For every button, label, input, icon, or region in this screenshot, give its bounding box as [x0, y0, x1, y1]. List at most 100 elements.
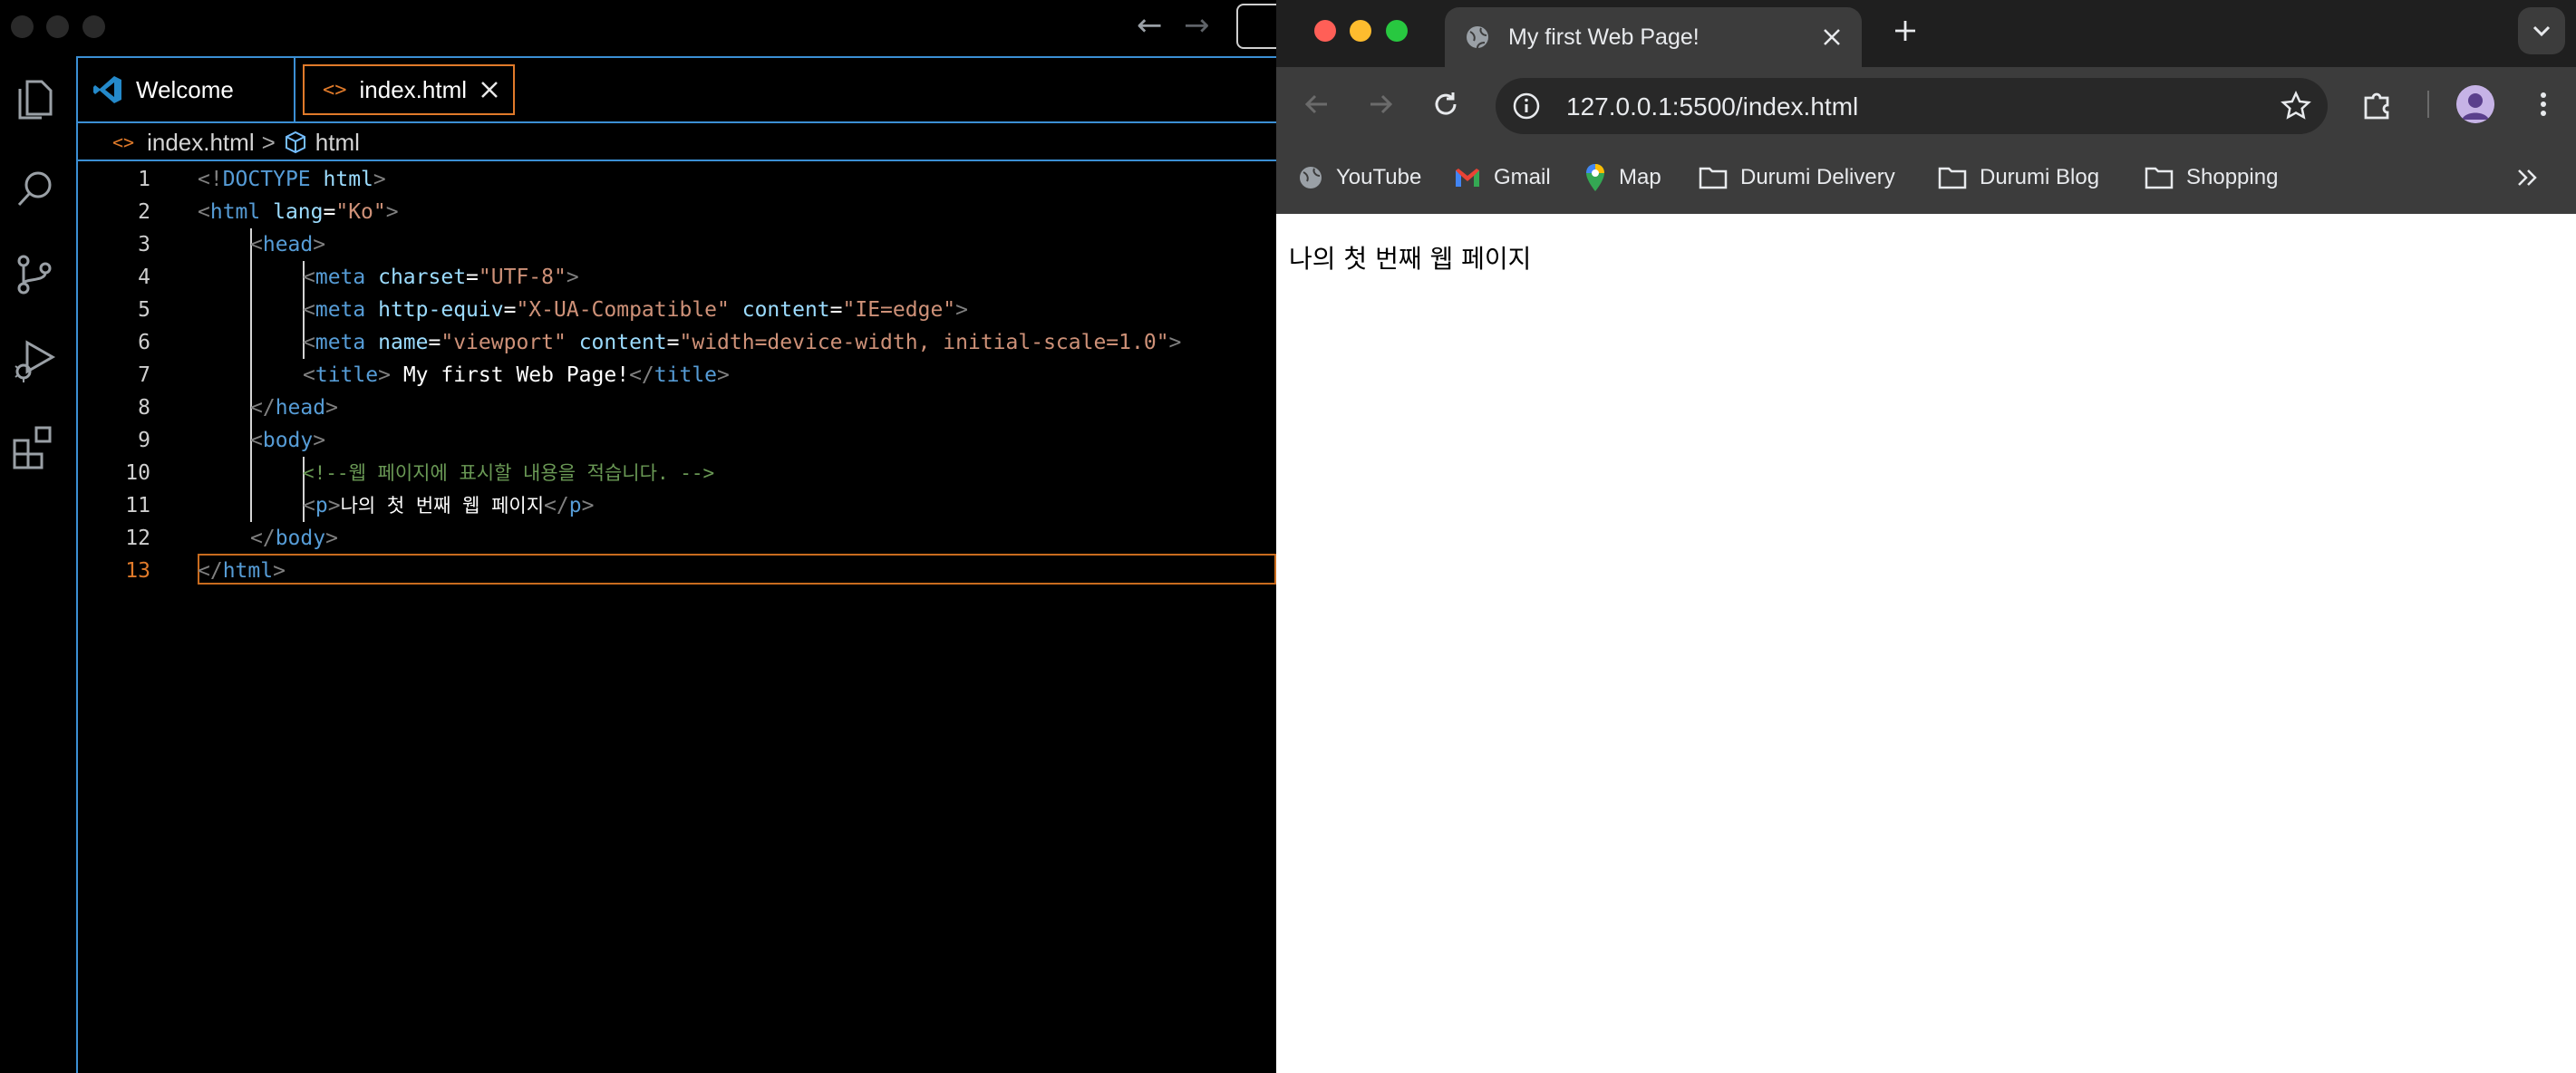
chrome-toolbar: 127.0.0.1:5500/index.html — [1276, 67, 2576, 141]
vscode-window: ← → Welcome <> index.html <> index.html … — [0, 0, 1276, 1073]
folder-icon — [1699, 165, 1728, 190]
code-line-11: <p>나의 첫 번째 웹 페이지</p> — [303, 494, 595, 517]
bookmark-folder-durumi-blog[interactable]: Durumi Blog — [1938, 160, 2099, 196]
source-control-icon[interactable] — [11, 250, 60, 299]
html-file-icon: <> — [112, 131, 135, 153]
new-tab-button[interactable] — [1891, 16, 1920, 45]
line-number-active: 13 — [125, 559, 150, 583]
breadcrumb-file[interactable]: index.html — [147, 129, 255, 157]
browser-tab[interactable]: My first Web Page! — [1445, 7, 1862, 67]
line-number: 2 — [138, 200, 150, 224]
html-file-icon: <> — [323, 78, 347, 102]
code-line-10: <!--웹 페이지에 표시할 내용을 적습니다. --> — [303, 462, 715, 484]
bookmark-map[interactable]: Map — [1584, 160, 1661, 196]
bookmark-label: YouTube — [1336, 165, 1422, 189]
bookmark-youtube[interactable]: YouTube — [1298, 160, 1421, 196]
back-arrow-icon[interactable]: ← — [1137, 7, 1163, 44]
line-number: 12 — [125, 527, 150, 550]
bookmark-gmail[interactable]: Gmail — [1454, 160, 1551, 196]
more-bookmarks-icon[interactable] — [2513, 163, 2542, 192]
line-number: 4 — [138, 266, 150, 289]
extensions-puzzle-icon[interactable] — [2360, 87, 2395, 121]
tab-index-label: index.html — [359, 75, 468, 103]
symbol-structure-icon — [283, 130, 308, 155]
folder-icon — [1938, 165, 1967, 190]
kebab-menu-icon[interactable] — [2532, 87, 2554, 121]
gmail-icon — [1454, 167, 1481, 188]
chrome-window: My first Web Page! 127.0.0.1:5500/index.… — [1276, 0, 2576, 1073]
command-center[interactable] — [1236, 4, 1276, 49]
activity-bar — [0, 56, 78, 1073]
indent-guide — [250, 457, 252, 522]
web-page-content: 나의 첫 번째 웹 페이지 — [1276, 214, 2576, 1073]
line-number: 5 — [138, 298, 150, 322]
bookmark-label: Durumi Delivery — [1740, 165, 1895, 189]
code-editor[interactable]: 1 2 3 4 5 6 7 8 9 10 11 12 13 <!DOCTYPE … — [78, 163, 1276, 1073]
forward-arrow-icon[interactable]: → — [1184, 7, 1210, 44]
tab-title: My first Web Page! — [1508, 24, 1700, 50]
search-icon[interactable] — [11, 165, 60, 214]
bookmarks-bar: YouTube Gmail Map Durumi Delivery Durumi… — [1276, 141, 2576, 215]
line-number: 6 — [138, 331, 150, 354]
code-line-5: <meta http-equiv="X-UA-Compatible" conte… — [303, 298, 968, 322]
window-zoom-button[interactable] — [1386, 20, 1408, 42]
code-line-2: <html lang="Ko"> — [198, 200, 399, 224]
code-line-1: <!DOCTYPE html> — [198, 168, 386, 191]
line-number: 8 — [138, 396, 150, 420]
bookmark-folder-shopping[interactable]: Shopping — [2145, 160, 2278, 196]
reload-button[interactable] — [1428, 87, 1463, 121]
close-icon[interactable] — [477, 77, 502, 102]
window-close-button[interactable] — [1314, 20, 1336, 42]
breadcrumb-separator: > — [261, 128, 276, 156]
run-debug-icon[interactable] — [11, 335, 60, 384]
globe-icon — [1465, 24, 1490, 50]
code-line-12: </body> — [250, 527, 338, 550]
back-button[interactable] — [1300, 87, 1334, 121]
bookmark-label: Gmail — [1494, 165, 1551, 189]
window-close-dot[interactable] — [11, 15, 34, 38]
globe-icon — [1298, 165, 1323, 190]
line-number: 9 — [138, 429, 150, 452]
tab-search-button[interactable] — [2518, 7, 2565, 54]
code-line-3: <head> — [250, 233, 326, 256]
explorer-icon[interactable] — [11, 76, 60, 125]
window-minimize-dot[interactable] — [46, 15, 69, 38]
code-line-7: <title> My first Web Page!</title> — [303, 363, 730, 387]
code-line-13: </html> — [198, 559, 286, 583]
site-info-icon[interactable] — [1512, 92, 1541, 121]
forward-button[interactable] — [1363, 87, 1398, 121]
editor-tab-bar: Welcome <> index.html — [78, 56, 1276, 123]
tab-welcome-label: Welcome — [136, 75, 234, 103]
vscode-titlebar: ← → — [0, 0, 1276, 56]
line-number: 1 — [138, 168, 150, 191]
address-bar[interactable]: 127.0.0.1:5500/index.html — [1496, 78, 2328, 134]
code-line-6: <meta name="viewport" content="width=dev… — [303, 331, 1182, 354]
breadcrumb: <> index.html > html — [78, 125, 1276, 161]
bookmark-label: Durumi Blog — [1980, 165, 2100, 189]
line-number: 10 — [125, 461, 150, 485]
page-paragraph: 나의 첫 번째 웹 페이지 — [1289, 244, 1532, 274]
tab-index-html[interactable]: <> index.html — [303, 64, 515, 115]
url-text[interactable]: 127.0.0.1:5500/index.html — [1566, 92, 1858, 121]
toolbar-divider — [2427, 91, 2429, 118]
avatar[interactable] — [2456, 85, 2494, 123]
extensions-icon[interactable] — [11, 422, 60, 471]
current-line-highlight — [198, 554, 1276, 585]
maps-pin-icon — [1584, 163, 1606, 192]
chrome-tab-strip: My first Web Page! — [1276, 0, 2576, 67]
code-line-9: <body> — [250, 429, 326, 452]
folder-icon — [2145, 165, 2174, 190]
breadcrumb-symbol[interactable]: html — [315, 129, 360, 157]
bookmark-label: Map — [1619, 165, 1661, 189]
bookmark-star-icon[interactable] — [2281, 91, 2311, 121]
window-zoom-dot[interactable] — [82, 15, 105, 38]
bookmark-folder-durumi-delivery[interactable]: Durumi Delivery — [1699, 160, 1895, 196]
vscode-logo-icon — [92, 74, 123, 105]
line-number: 3 — [138, 233, 150, 256]
window-minimize-button[interactable] — [1350, 20, 1371, 42]
bookmark-label: Shopping — [2186, 165, 2279, 189]
close-tab-icon[interactable] — [1820, 25, 1844, 49]
line-number: 7 — [138, 363, 150, 387]
code-line-8: </head> — [250, 396, 338, 420]
tab-welcome[interactable]: Welcome — [78, 58, 295, 121]
